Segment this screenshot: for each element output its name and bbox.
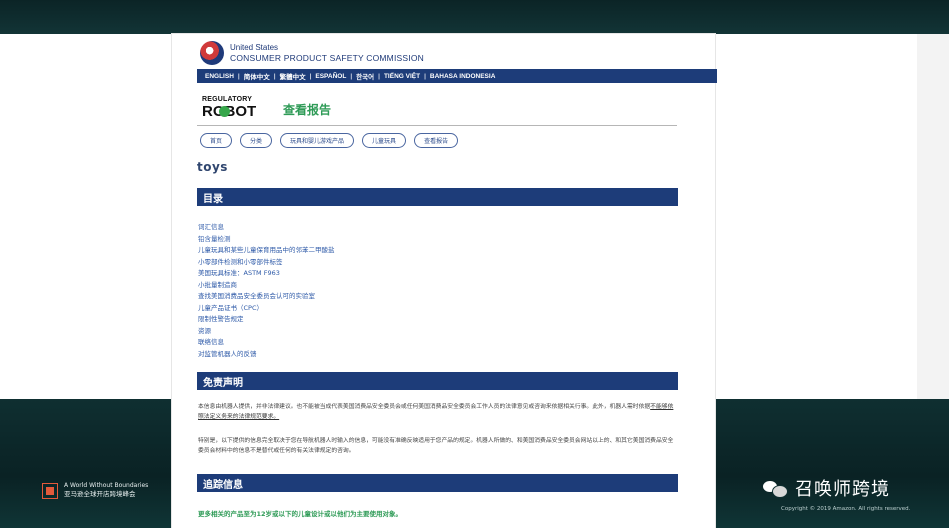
- agency-line1: United States: [230, 43, 279, 52]
- toc-list: 词汇信息 铅含量检测 儿童玩具和某些儿童保育用品中的邻苯二甲酸盐 小零部件检测和…: [198, 222, 335, 360]
- cpsc-header[interactable]: United States CONSUMER PRODUCT SAFETY CO…: [200, 40, 424, 66]
- language-bar: ENGLISH | 简体中文 | 繁體中文 | ESPAÑOL | 한국어 | TIẾNG…: [197, 69, 717, 83]
- wechat-watermark: 召唤师跨境: [763, 475, 890, 501]
- lang-korean[interactable]: 한국어: [356, 71, 374, 81]
- toc-link[interactable]: 儿童产品证书（CPC）: [198, 303, 335, 315]
- nav-home[interactable]: 首页: [200, 133, 233, 148]
- toc-link[interactable]: 联络信息: [198, 337, 335, 349]
- watermark-text: 召唤师跨境: [795, 479, 890, 500]
- cpsc-seal-icon: [200, 41, 224, 65]
- toc-link[interactable]: 小零部件检测和小零部件标签: [198, 257, 335, 269]
- wechat-icon: [763, 479, 788, 498]
- toc-link[interactable]: 查找美国消费品安全委员会认可的实验室: [198, 291, 335, 303]
- toc-link[interactable]: 儿童玩具和某些儿童保育用品中的邻苯二甲酸盐: [198, 245, 335, 257]
- nav-view-report[interactable]: 查看报告: [414, 133, 459, 148]
- lang-spanish[interactable]: ESPAÑOL: [315, 73, 346, 80]
- breadcrumb-nav: 首页 分类 玩具和婴儿游戏产品 儿童玩具 查看报告: [200, 133, 459, 148]
- toc-link[interactable]: 资源: [198, 326, 335, 338]
- toc-link[interactable]: 对监管机器人的反馈: [198, 349, 335, 361]
- trace-info-link[interactable]: 更多相关的产品至为12岁或以下的儿童设计或以他们为主要使用对象。: [198, 508, 402, 518]
- summit-tagline: A World Without Boundaries: [64, 482, 149, 489]
- report-title: 查看报告: [283, 103, 332, 117]
- trace-header: 追踪信息: [197, 474, 678, 492]
- top-backdrop: [0, 0, 949, 34]
- right-backdrop: [917, 34, 949, 399]
- toc-link[interactable]: 词汇信息: [198, 222, 335, 234]
- disclaimer-text: 本信息由机器人提供，并非法律建议。也不能被当成代表美国消费品安全委员会或任何美国…: [198, 404, 651, 410]
- lang-traditional-chinese[interactable]: 繁體中文: [280, 71, 306, 81]
- lang-english[interactable]: ENGLISH: [205, 73, 234, 80]
- toc-link[interactable]: 限制性警告规定: [198, 314, 335, 326]
- toc-link[interactable]: 小批量制造商: [198, 280, 335, 292]
- toc-header: 目录: [197, 188, 678, 206]
- divider: [197, 125, 677, 126]
- amazon-summit-logo: A World Without Boundaries 亚马逊全球开店跨境峰会: [42, 482, 148, 499]
- agency-line2: CONSUMER PRODUCT SAFETY COMMISSION: [230, 53, 424, 63]
- lang-indonesian[interactable]: BAHASA INDONESIA: [430, 73, 496, 80]
- summit-logo-icon: [42, 482, 58, 499]
- nav-category[interactable]: 分类: [240, 133, 273, 148]
- nav-childrens-toys[interactable]: 儿童玩具: [362, 133, 407, 148]
- summit-name: 亚马逊全球开店跨境峰会: [64, 490, 136, 498]
- regulatory-robot-logo[interactable]: REGULATORY ROBOT: [202, 96, 260, 120]
- product-term: toys: [197, 160, 228, 174]
- checkmark-icon: [219, 106, 230, 117]
- nav-toys-baby-products[interactable]: 玩具和婴儿游戏产品: [280, 133, 355, 148]
- toc-link[interactable]: 铅含量检测: [198, 234, 335, 246]
- lang-vietnamese[interactable]: TIẾNG VIỆT: [384, 73, 420, 80]
- lang-simplified-chinese[interactable]: 简体中文: [244, 71, 270, 81]
- disclaimer-paragraph-2: 特别是，以下提供的信息完全取决于您在导航机器人时输入的信息，可能没有准确反映适用…: [198, 438, 674, 454]
- copyright-text: Copyright © 2019 Amazon. All rights rese…: [781, 506, 911, 512]
- disclaimer-header: 免责声明: [197, 372, 678, 390]
- toc-link[interactable]: 美国玩具标准：ASTM F963: [198, 268, 335, 280]
- disclaimer-paragraph-1: 本信息由机器人提供，并非法律建议。也不能被当成代表美国消费品安全委员会或任何美国…: [198, 402, 678, 422]
